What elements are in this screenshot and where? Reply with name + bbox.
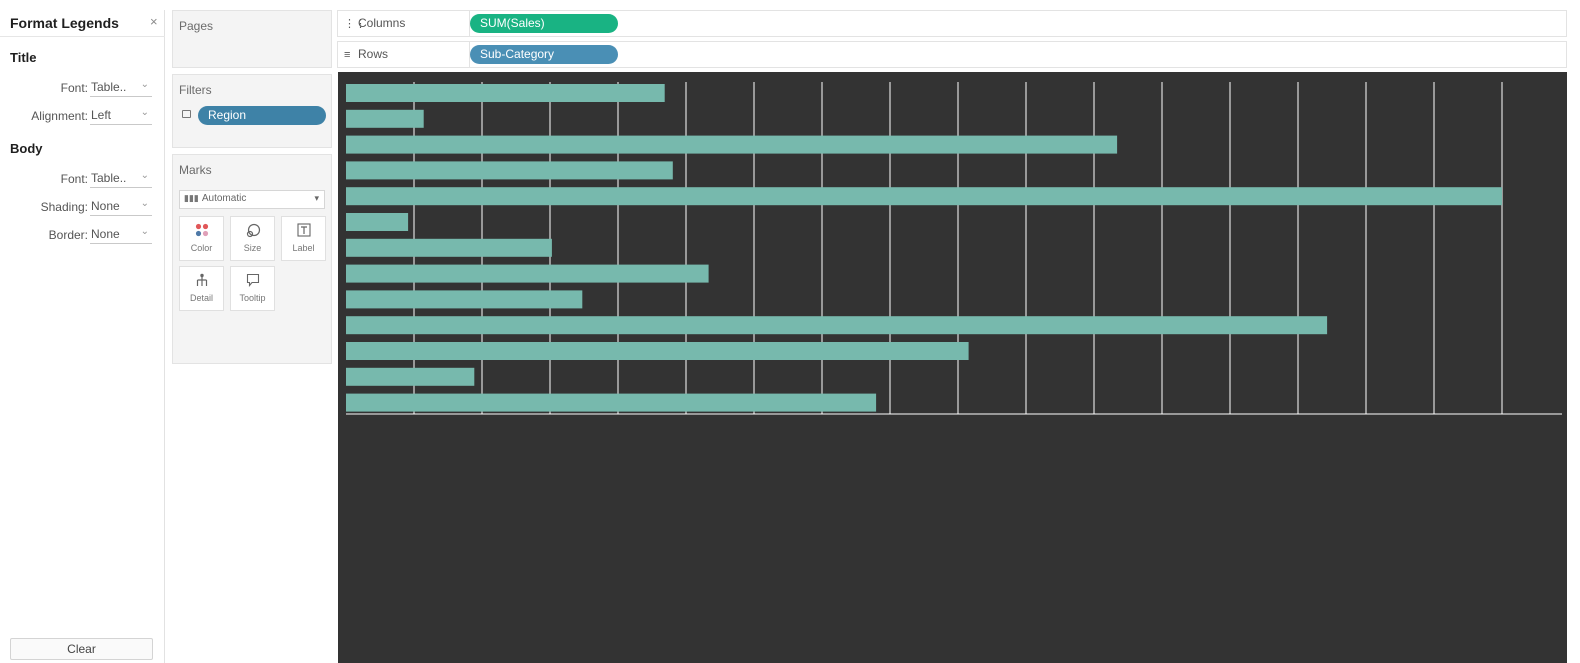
bar-mark[interactable] bbox=[346, 342, 969, 360]
body-font-value: Table.. bbox=[91, 171, 127, 185]
tooltip-button-label: Tooltip bbox=[239, 293, 266, 303]
tooltip-button[interactable]: Tooltip bbox=[230, 266, 275, 311]
title-section-heading: Title bbox=[10, 50, 37, 65]
title-font-select[interactable]: Table.. ⌄ bbox=[90, 78, 152, 97]
color-button-label: Color bbox=[190, 243, 213, 253]
bar-mark[interactable] bbox=[346, 213, 409, 231]
title-alignment-label: Alignment: bbox=[31, 109, 88, 123]
body-border-select[interactable]: None ⌄ bbox=[90, 225, 152, 244]
label-button[interactable]: Label bbox=[281, 216, 326, 261]
chevron-down-icon: ⌄ bbox=[140, 107, 149, 118]
color-dots-icon bbox=[180, 223, 223, 239]
bar-chart-icon: ▮▮▮ bbox=[184, 193, 199, 203]
title-alignment-row: Alignment: Left ⌄ bbox=[0, 106, 165, 126]
chevron-down-icon: ⌄ bbox=[140, 198, 149, 209]
title-alignment-select[interactable]: Left ⌄ bbox=[90, 106, 152, 125]
filters-card[interactable]: Filters Region bbox=[172, 74, 332, 148]
mark-type-dropdown[interactable]: ▮▮▮ Automatic ▾ bbox=[179, 190, 325, 209]
bar-mark[interactable] bbox=[346, 84, 665, 102]
rows-shelf-label: ≡ Rows bbox=[344, 42, 470, 67]
body-shading-label: Shading: bbox=[40, 200, 88, 214]
detail-icon bbox=[180, 273, 223, 289]
label-icon bbox=[282, 223, 325, 239]
bar-mark[interactable] bbox=[346, 135, 1118, 154]
clear-button[interactable]: Clear bbox=[10, 638, 153, 660]
region-filter-pill[interactable]: Region bbox=[198, 106, 326, 125]
body-border-label: Border: bbox=[48, 228, 88, 242]
rows-icon: ≡ bbox=[344, 49, 351, 61]
color-button[interactable]: Color bbox=[179, 216, 224, 261]
detail-button[interactable]: Detail bbox=[179, 266, 224, 311]
marks-card: Marks ▮▮▮ Automatic ▾ Color Size Label De… bbox=[172, 154, 332, 364]
size-icon bbox=[231, 223, 274, 239]
title-font-row: Font: Table.. ⌄ bbox=[0, 78, 165, 98]
bar-mark[interactable] bbox=[346, 290, 583, 309]
chevron-down-icon: ⌄ bbox=[140, 79, 149, 90]
bar-mark[interactable] bbox=[346, 316, 1328, 335]
title-alignment-value: Left bbox=[91, 108, 112, 122]
bar-mark[interactable] bbox=[346, 109, 424, 128]
columns-shelf-label: ⋮⋮Columns bbox=[344, 11, 470, 36]
title-font-value: Table.. bbox=[91, 80, 127, 94]
dropdown-arrow-icon: ▾ bbox=[314, 193, 319, 203]
pages-card[interactable]: Pages bbox=[172, 10, 332, 68]
body-shading-row: Shading: None ⌄ bbox=[0, 197, 165, 217]
rows-label-text: Rows bbox=[358, 47, 389, 61]
tooltip-icon bbox=[231, 273, 274, 289]
bar-mark[interactable] bbox=[346, 367, 475, 386]
bar-mark[interactable] bbox=[346, 187, 1502, 206]
columns-icon: ⋮⋮ bbox=[344, 18, 366, 30]
body-font-label: Font: bbox=[60, 172, 88, 186]
detail-button-label: Detail bbox=[189, 293, 213, 303]
body-shading-value: None bbox=[91, 199, 120, 213]
chevron-down-icon: ⌄ bbox=[140, 226, 149, 237]
body-border-value: None bbox=[91, 227, 120, 241]
chevron-down-icon: ⌄ bbox=[140, 170, 149, 181]
columns-label-text: Columns bbox=[358, 16, 406, 30]
viz-canvas[interactable] bbox=[338, 72, 1567, 663]
format-panel-title: Format Legends bbox=[10, 15, 119, 31]
bar-mark[interactable] bbox=[346, 161, 673, 180]
bar-mark[interactable] bbox=[346, 264, 709, 283]
body-border-row: Border: None ⌄ bbox=[0, 225, 165, 245]
body-section-heading: Body bbox=[10, 141, 43, 156]
size-button[interactable]: Size bbox=[230, 216, 275, 261]
sub-category-pill[interactable]: Sub-Category bbox=[470, 45, 618, 64]
bar-mark[interactable] bbox=[346, 238, 552, 257]
format-panel-header: Format Legends × bbox=[0, 10, 165, 37]
mark-type-value: Automatic bbox=[201, 193, 247, 204]
body-shading-select[interactable]: None ⌄ bbox=[90, 197, 152, 216]
label-button-label: Label bbox=[292, 243, 315, 253]
body-font-row: Font: Table.. ⌄ bbox=[0, 169, 165, 189]
filter-icon bbox=[182, 110, 191, 118]
sum-sales-pill[interactable]: SUM(Sales) bbox=[470, 14, 618, 33]
rows-shelf[interactable]: ≡ Rows Sub-Category bbox=[337, 41, 1567, 68]
bar-chart bbox=[346, 82, 1562, 415]
pages-card-title: Pages bbox=[179, 19, 214, 33]
columns-shelf[interactable]: ⋮⋮Columns SUM(Sales) bbox=[337, 10, 1567, 37]
format-legends-panel: Format Legends × Title Font: Table.. ⌄ Al… bbox=[0, 10, 165, 663]
body-font-select[interactable]: Table.. ⌄ bbox=[90, 169, 152, 188]
close-icon[interactable]: × bbox=[150, 14, 158, 29]
marks-card-title: Marks bbox=[179, 163, 212, 177]
size-button-label: Size bbox=[243, 243, 262, 253]
filters-card-title: Filters bbox=[179, 83, 212, 97]
title-font-label: Font: bbox=[60, 81, 88, 95]
bar-mark[interactable] bbox=[346, 393, 877, 412]
